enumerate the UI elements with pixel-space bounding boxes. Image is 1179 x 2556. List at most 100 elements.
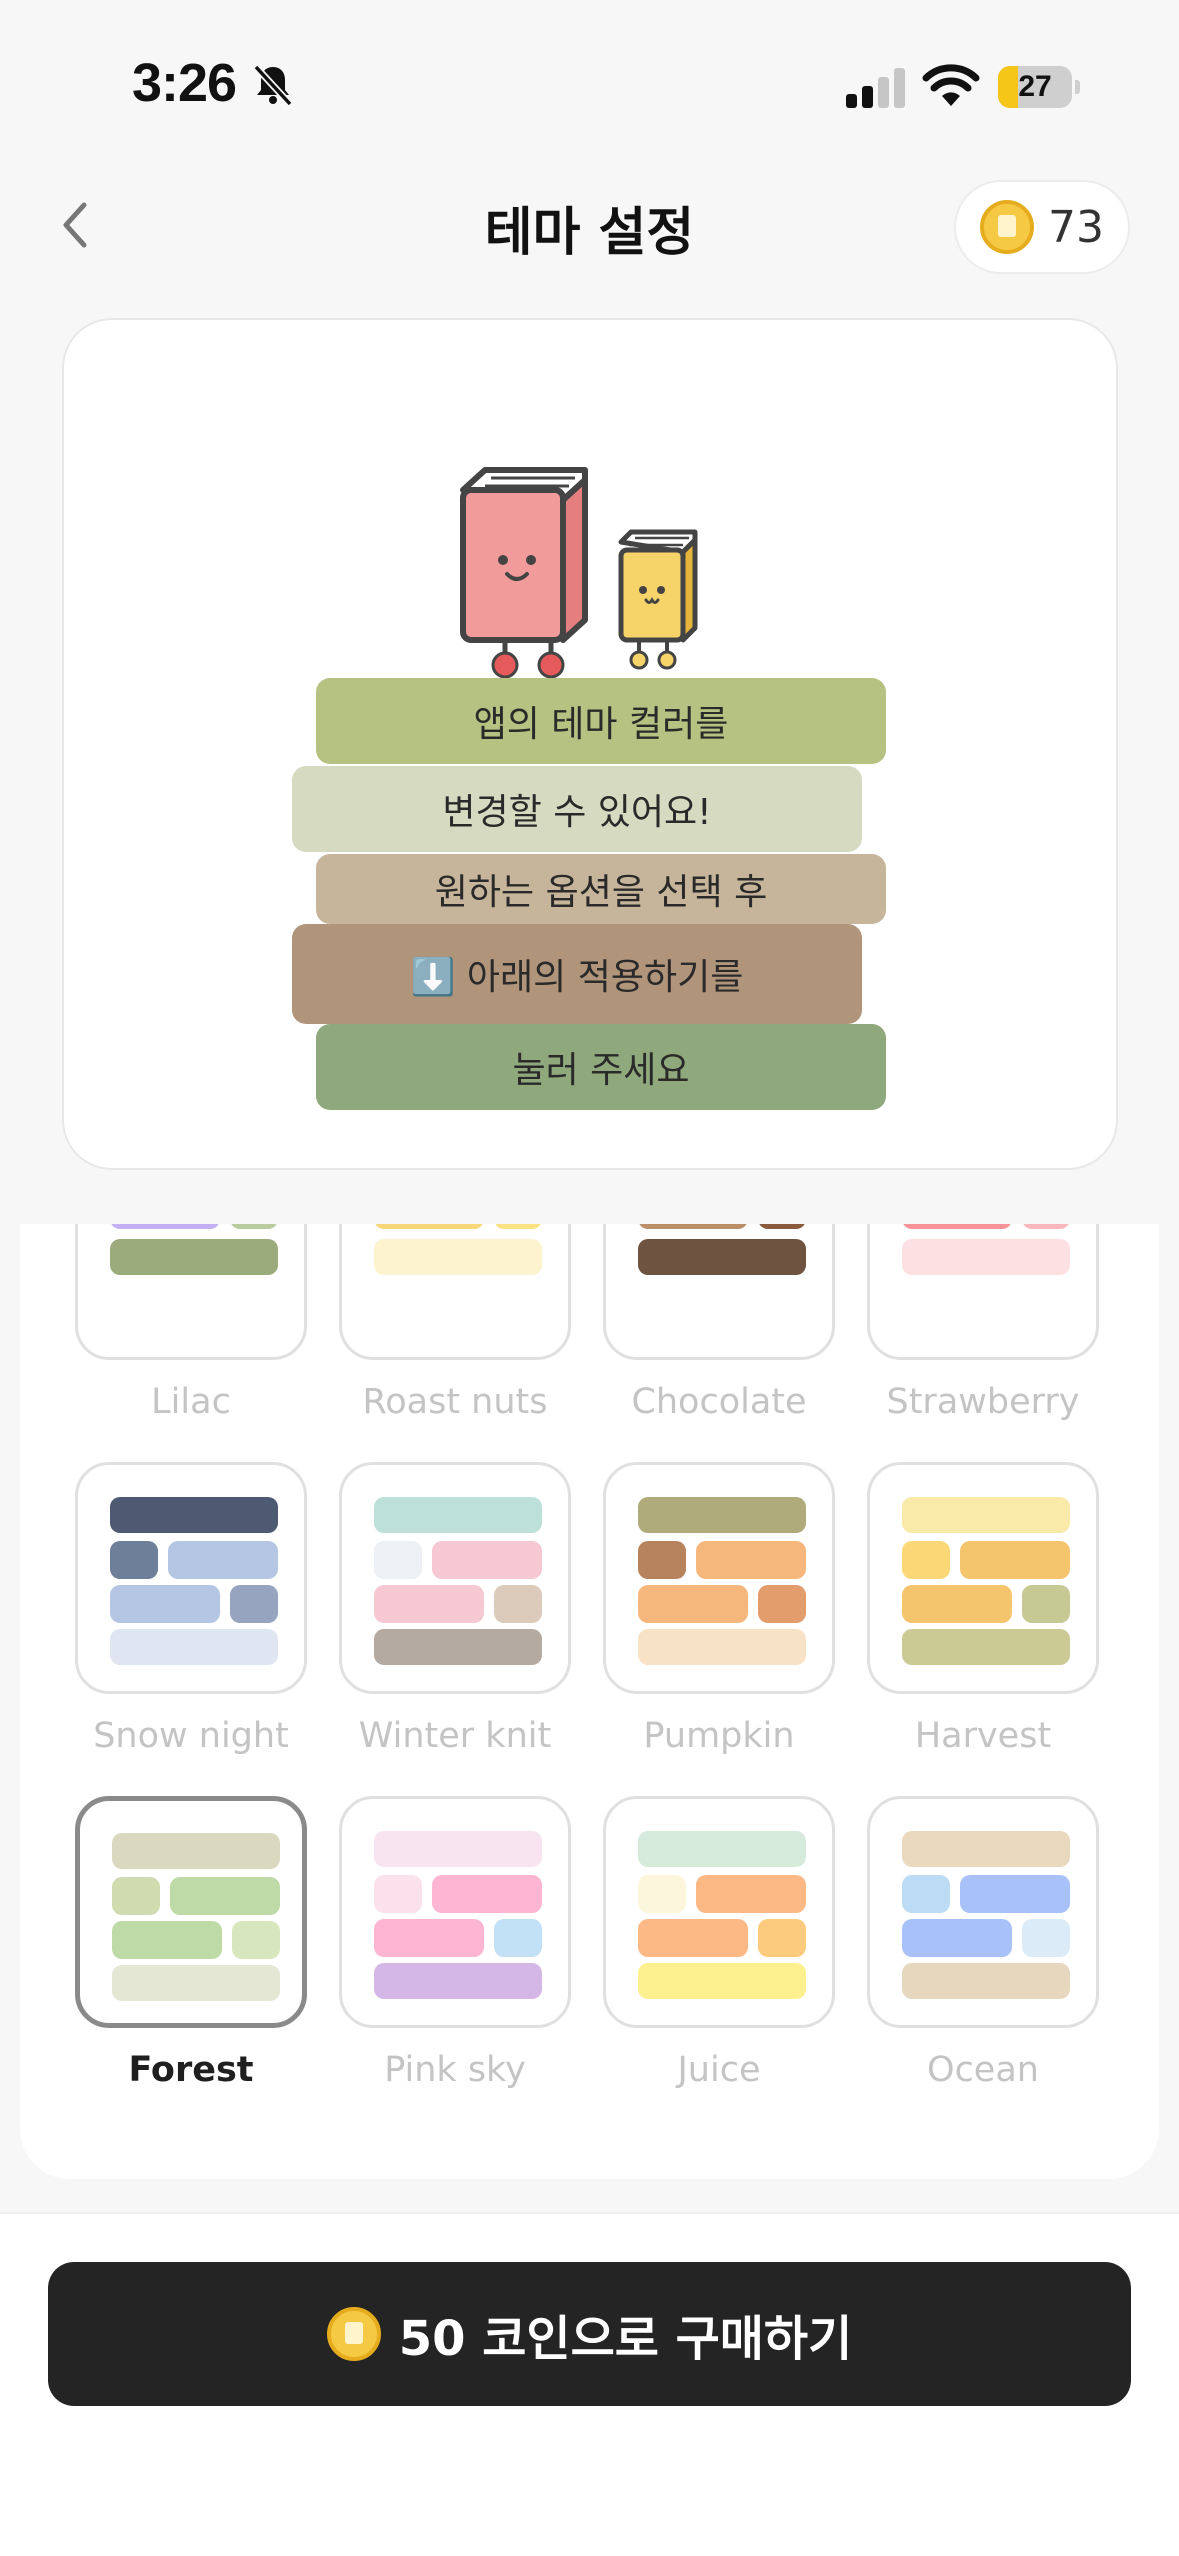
status-time: 3:26 — [132, 53, 237, 113]
theme-swatch — [638, 1585, 748, 1623]
theme-swatch — [902, 1497, 1070, 1533]
theme-swatch — [696, 1541, 806, 1579]
theme-option-forest[interactable] — [75, 1796, 307, 2028]
buy-button-label: 50 코인으로 구매하기 — [398, 2311, 853, 2367]
theme-swatch — [374, 1541, 422, 1579]
theme-swatch — [902, 1239, 1070, 1275]
theme-option-lilac[interactable] — [75, 1224, 307, 1360]
theme-label: Forest — [128, 2050, 254, 2090]
theme-option-juice[interactable] — [603, 1796, 835, 2028]
theme-swatch — [638, 1831, 806, 1867]
theme-option-harvest[interactable] — [867, 1462, 1099, 1694]
battery-icon: 27 — [998, 66, 1080, 108]
theme-swatch — [902, 1585, 1012, 1623]
theme-swatch — [374, 1629, 542, 1665]
theme-option-ocean[interactable] — [867, 1796, 1099, 2028]
theme-swatch — [374, 1239, 542, 1275]
theme-swatch — [1022, 1585, 1070, 1623]
coin-count: 73 — [1048, 201, 1104, 253]
buy-with-coins-button[interactable]: 50 코인으로 구매하기 — [48, 2262, 1131, 2406]
theme-swatch — [110, 1585, 220, 1623]
theme-option-strawberry[interactable] — [867, 1224, 1099, 1360]
theme-label: Strawberry — [886, 1382, 1080, 1422]
book-mascot-illustration — [460, 467, 698, 679]
preview-line-4: ⬇️ 아래의 적용하기를 — [292, 924, 862, 1024]
theme-swatch — [374, 1224, 484, 1229]
theme-option-chocolate[interactable] — [603, 1224, 835, 1360]
theme-swatch — [112, 1965, 280, 2001]
theme-swatch — [1022, 1224, 1070, 1229]
theme-swatch — [112, 1833, 280, 1869]
preview-line-2: 변경할 수 있어요! — [292, 766, 862, 852]
theme-swatch — [902, 1831, 1070, 1867]
theme-swatch — [432, 1541, 542, 1579]
theme-swatch — [1022, 1919, 1070, 1957]
theme-swatch — [758, 1585, 806, 1623]
coin-icon — [980, 200, 1034, 254]
theme-option-roast-nuts[interactable] — [339, 1224, 571, 1360]
theme-swatch — [230, 1224, 278, 1229]
theme-swatch — [902, 1919, 1012, 1957]
theme-label: Ocean — [927, 2050, 1039, 2090]
theme-label: Snow night — [93, 1716, 289, 1756]
theme-option-winter-knit[interactable] — [339, 1462, 571, 1694]
theme-swatch — [902, 1629, 1070, 1665]
theme-option-pumpkin[interactable] — [603, 1462, 835, 1694]
theme-option-pink-sky[interactable] — [339, 1796, 571, 2028]
theme-swatch — [170, 1877, 280, 1915]
battery-percentage: 27 — [1018, 70, 1052, 103]
theme-swatch — [902, 1224, 1012, 1229]
theme-swatch — [232, 1921, 280, 1959]
theme-swatch — [168, 1541, 278, 1579]
theme-swatch — [110, 1239, 278, 1275]
theme-label: Juice — [677, 2050, 761, 2090]
theme-swatch — [902, 1875, 950, 1913]
theme-swatch — [494, 1585, 542, 1623]
preview-line-5: 눌러 주세요 — [316, 1024, 886, 1110]
preview-line-1: 앱의 테마 컬러를 — [316, 678, 886, 764]
bell-slash-icon — [253, 64, 293, 107]
theme-swatch — [110, 1541, 158, 1579]
coin-icon — [326, 2307, 381, 2361]
theme-label: Roast nuts — [362, 1382, 548, 1422]
theme-swatch — [112, 1921, 222, 1959]
preview-line-3: 원하는 옵션을 선택 후 — [316, 854, 886, 924]
theme-swatch — [110, 1629, 278, 1665]
theme-label: Winter knit — [358, 1716, 552, 1756]
theme-label: Chocolate — [631, 1382, 807, 1422]
theme-swatch — [758, 1919, 806, 1957]
theme-swatch — [494, 1224, 542, 1229]
theme-swatch — [960, 1541, 1070, 1579]
wifi-icon — [922, 64, 980, 106]
theme-swatch — [374, 1919, 484, 1957]
theme-swatch — [638, 1497, 806, 1533]
theme-swatch — [638, 1963, 806, 1999]
theme-swatch — [374, 1497, 542, 1533]
theme-swatch — [374, 1875, 422, 1913]
theme-swatch — [638, 1224, 748, 1229]
theme-swatch — [960, 1875, 1070, 1913]
theme-swatch — [374, 1963, 542, 1999]
theme-swatch — [638, 1629, 806, 1665]
theme-swatch — [112, 1877, 160, 1915]
theme-swatch — [758, 1224, 806, 1229]
cellular-signal-icon — [846, 68, 905, 108]
coin-balance[interactable]: 73 — [954, 180, 1130, 274]
theme-swatch — [638, 1541, 686, 1579]
theme-swatch — [638, 1919, 748, 1957]
theme-option-snow-night[interactable] — [75, 1462, 307, 1694]
theme-swatch — [902, 1541, 950, 1579]
theme-swatch — [110, 1497, 278, 1533]
theme-swatch — [638, 1239, 806, 1275]
theme-swatch — [696, 1875, 806, 1913]
theme-swatch — [432, 1875, 542, 1913]
theme-swatch — [902, 1963, 1070, 1999]
theme-swatch — [110, 1224, 220, 1229]
theme-swatch — [638, 1875, 686, 1913]
theme-swatch — [494, 1919, 542, 1957]
theme-swatch — [230, 1585, 278, 1623]
theme-label: Lilac — [151, 1382, 231, 1422]
theme-swatch — [374, 1831, 542, 1867]
theme-swatch — [374, 1585, 484, 1623]
theme-label: Harvest — [914, 1716, 1052, 1756]
